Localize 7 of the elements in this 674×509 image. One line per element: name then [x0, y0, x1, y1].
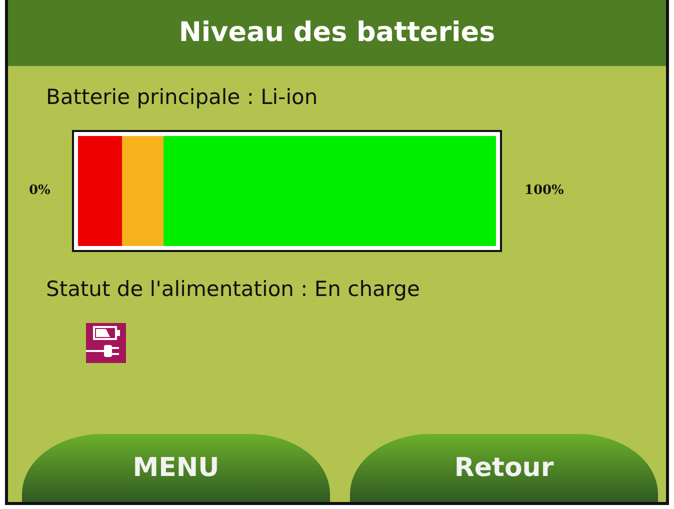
battery-label: Batterie principale : Li-ion — [46, 84, 319, 111]
min-percent-label: 0% — [29, 182, 50, 200]
screen-title: Niveau des batteries — [8, 0, 666, 66]
nav-button[interactable]: MENU — [22, 434, 330, 502]
max-percent-label: 100% — [524, 182, 564, 200]
power-status-label: Statut de l'alimentation : En charge — [46, 276, 421, 302]
nav-button[interactable]: Retour — [350, 434, 658, 502]
